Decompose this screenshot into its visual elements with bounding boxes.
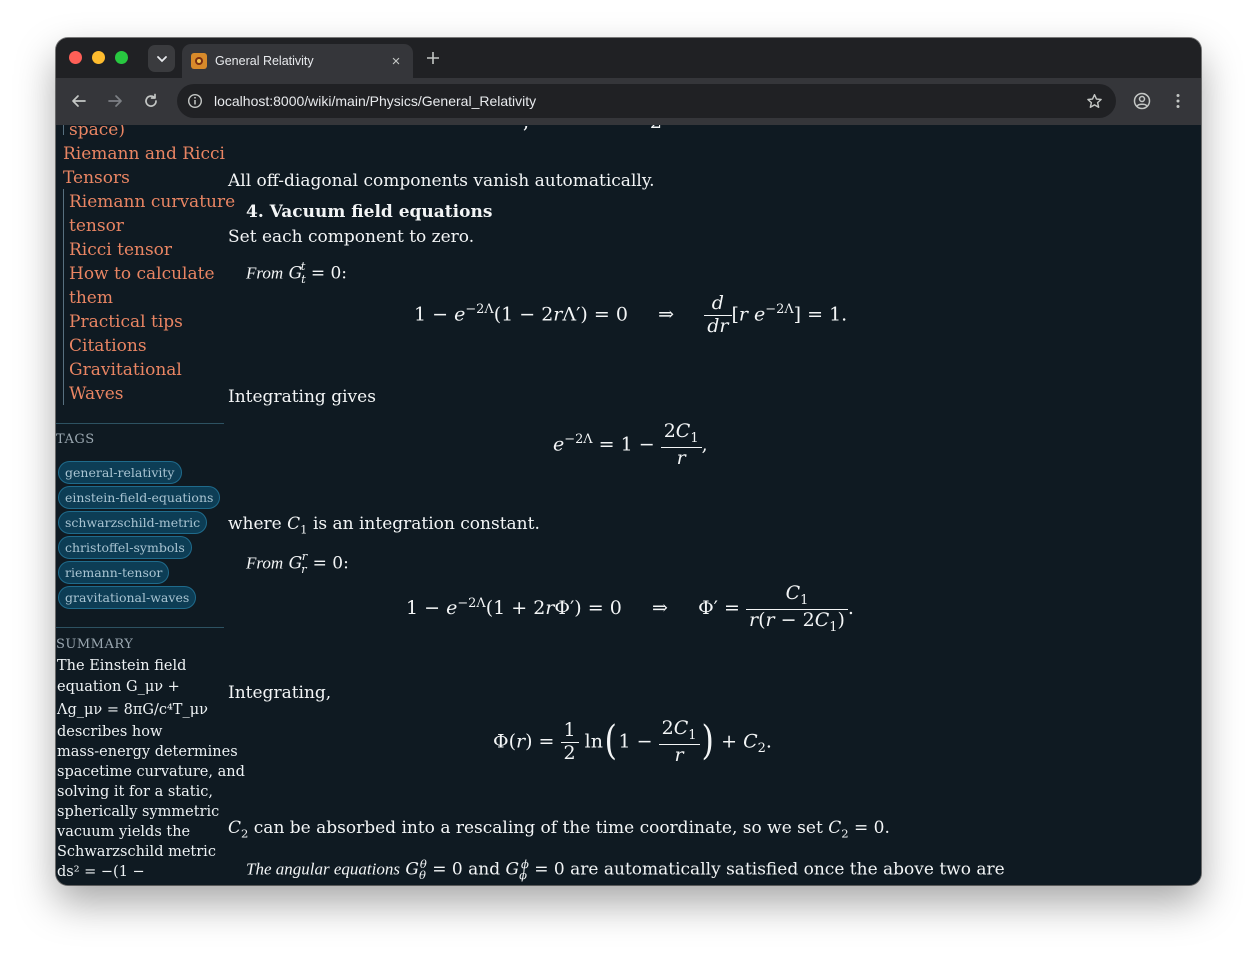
- toc-link-ricci-tensor[interactable]: Ricci tensor: [69, 238, 172, 262]
- toc-link-space[interactable]: space): [69, 125, 125, 142]
- summary-text: Schwarzschild metric: [57, 844, 216, 860]
- tag-chip[interactable]: christoffel-symbols: [58, 536, 192, 559]
- tag-chip[interactable]: einstein-field-equations: [58, 486, 221, 509]
- wiki-favicon-icon: [191, 53, 207, 69]
- equation-e2lambda: e−2Λ = 1 − 2C1 r,: [553, 420, 708, 469]
- equation-gtt: 1 − e−2Λ(1 − 2rΛ′) = 0 ⇒ d dr [r e−2Λ] = 1…: [414, 292, 848, 337]
- close-window-button[interactable]: [69, 51, 82, 64]
- toc-link-gravitational-waves[interactable]: Gravitational: [69, 358, 182, 382]
- toc-indent-rule: [63, 189, 64, 405]
- from-gtt-label: From Gtt = 0:: [246, 259, 348, 287]
- summary-text: solving it for a static,: [57, 784, 213, 800]
- tag-chip[interactable]: schwarzschild-metric: [58, 511, 208, 534]
- article-body: , 2 All off-diagonal components vanish a…: [228, 125, 1201, 885]
- toc-link-how-to-calculate[interactable]: How to calculate: [69, 262, 215, 286]
- browser-toolbar: localhost:8000/wiki/main/Physics/General…: [56, 78, 1201, 125]
- tag-chip[interactable]: general-relativity: [58, 461, 182, 484]
- maximize-window-button[interactable]: [115, 51, 128, 64]
- profile-button[interactable]: [1131, 90, 1153, 112]
- reload-button[interactable]: [140, 90, 162, 112]
- summary-text: Λg_μν = 8πG/c⁴T_μν: [57, 702, 208, 718]
- bookmark-star-icon[interactable]: [1085, 92, 1103, 110]
- reload-icon: [145, 93, 157, 107]
- tab-close-icon[interactable]: ×: [385, 50, 407, 72]
- address-bar[interactable]: localhost:8000/wiki/main/Physics/General…: [177, 84, 1116, 118]
- toc-link-riemann-ricci[interactable]: Riemann and Ricci: [63, 142, 225, 166]
- where-c1-paragraph: where C1 is an integration constant.: [228, 514, 540, 537]
- forward-button[interactable]: [104, 90, 126, 112]
- summary-text: spherically symmetric: [57, 804, 220, 820]
- summary-heading: SUMMARY: [56, 637, 134, 652]
- set-zero-paragraph: Set each component to zero.: [228, 227, 475, 247]
- minimize-window-button[interactable]: [92, 51, 105, 64]
- from-grr-label: From Grr = 0:: [246, 549, 349, 577]
- new-tab-button[interactable]: [421, 46, 445, 70]
- page-content: space) Riemann and Ricci Tensors Riemann…: [56, 125, 1201, 885]
- equation-partial: , 2: [523, 125, 662, 133]
- arrow-right-icon: [108, 95, 122, 107]
- sidebar-divider: [56, 627, 224, 628]
- integrating-text: Integrating,: [228, 683, 332, 703]
- toc-link-gravitational-waves[interactable]: Waves: [69, 382, 124, 406]
- equation-grr: 1 − e−2Λ(1 + 2rΦ′) = 0 ⇒ Φ′ = C1 r(r − 2C…: [406, 582, 854, 635]
- summary-text: describes how: [57, 724, 163, 740]
- browser-window: General Relativity × localhost:8000/wiki…: [56, 38, 1201, 885]
- tab-search-button[interactable]: [148, 45, 175, 72]
- chevron-down-icon: [156, 55, 167, 62]
- site-info-icon[interactable]: [186, 92, 204, 110]
- toc-link-how-to-calculate[interactable]: them: [69, 286, 113, 310]
- url-text[interactable]: localhost:8000/wiki/main/Physics/General…: [214, 93, 536, 109]
- account-circle-icon: [1133, 92, 1151, 110]
- browser-menu-button[interactable]: [1167, 90, 1189, 112]
- integrating-gives-text: Integrating gives: [228, 387, 376, 407]
- back-button[interactable]: [68, 90, 90, 112]
- c2-paragraph: C2 can be absorbed into a rescaling of t…: [228, 818, 890, 841]
- tag-chip[interactable]: riemann-tensor: [58, 561, 170, 584]
- section-heading: 4. Vacuum field equations: [246, 202, 493, 222]
- equation-phi: Φ(r) = 12 ln(1 − 2C1 r) + C2.: [493, 717, 772, 766]
- more-vertical-icon: [1176, 94, 1180, 108]
- angular-paragraph: The angular equations Gθθ = 0 and Gϕϕ = …: [246, 857, 1005, 883]
- toc-link-riemann-curvature[interactable]: Riemann curvature: [69, 190, 235, 214]
- tags-heading: TAGS: [56, 432, 95, 447]
- tab-title: General Relativity: [215, 54, 314, 68]
- toc-indent-rule: [63, 125, 64, 135]
- toc-link-riemann-ricci[interactable]: Tensors: [63, 166, 130, 190]
- tab-strip: General Relativity ×: [56, 38, 1201, 78]
- summary-text: The Einstein field: [57, 658, 187, 674]
- arrow-left-icon: [72, 95, 86, 107]
- toc-link-citations[interactable]: Citations: [69, 334, 147, 358]
- toc-link-practical-tips[interactable]: Practical tips: [69, 310, 183, 334]
- tab-general-relativity[interactable]: General Relativity ×: [182, 44, 413, 78]
- sidebar: space) Riemann and Ricci Tensors Riemann…: [56, 125, 245, 885]
- summary-text: equation G_μν +: [57, 679, 180, 695]
- summary-text: ds² = −(1 −: [57, 864, 145, 880]
- offdiag-paragraph: All off-diagonal components vanish autom…: [228, 171, 655, 191]
- sidebar-divider: [56, 423, 224, 424]
- plus-icon: [427, 52, 439, 64]
- summary-text: mass-energy determines: [57, 744, 238, 760]
- tag-chip[interactable]: gravitational-waves: [58, 586, 197, 609]
- summary-text: spacetime curvature, and: [57, 764, 245, 780]
- toc-link-riemann-curvature[interactable]: tensor: [69, 214, 124, 238]
- summary-text: vacuum yields the: [57, 824, 191, 840]
